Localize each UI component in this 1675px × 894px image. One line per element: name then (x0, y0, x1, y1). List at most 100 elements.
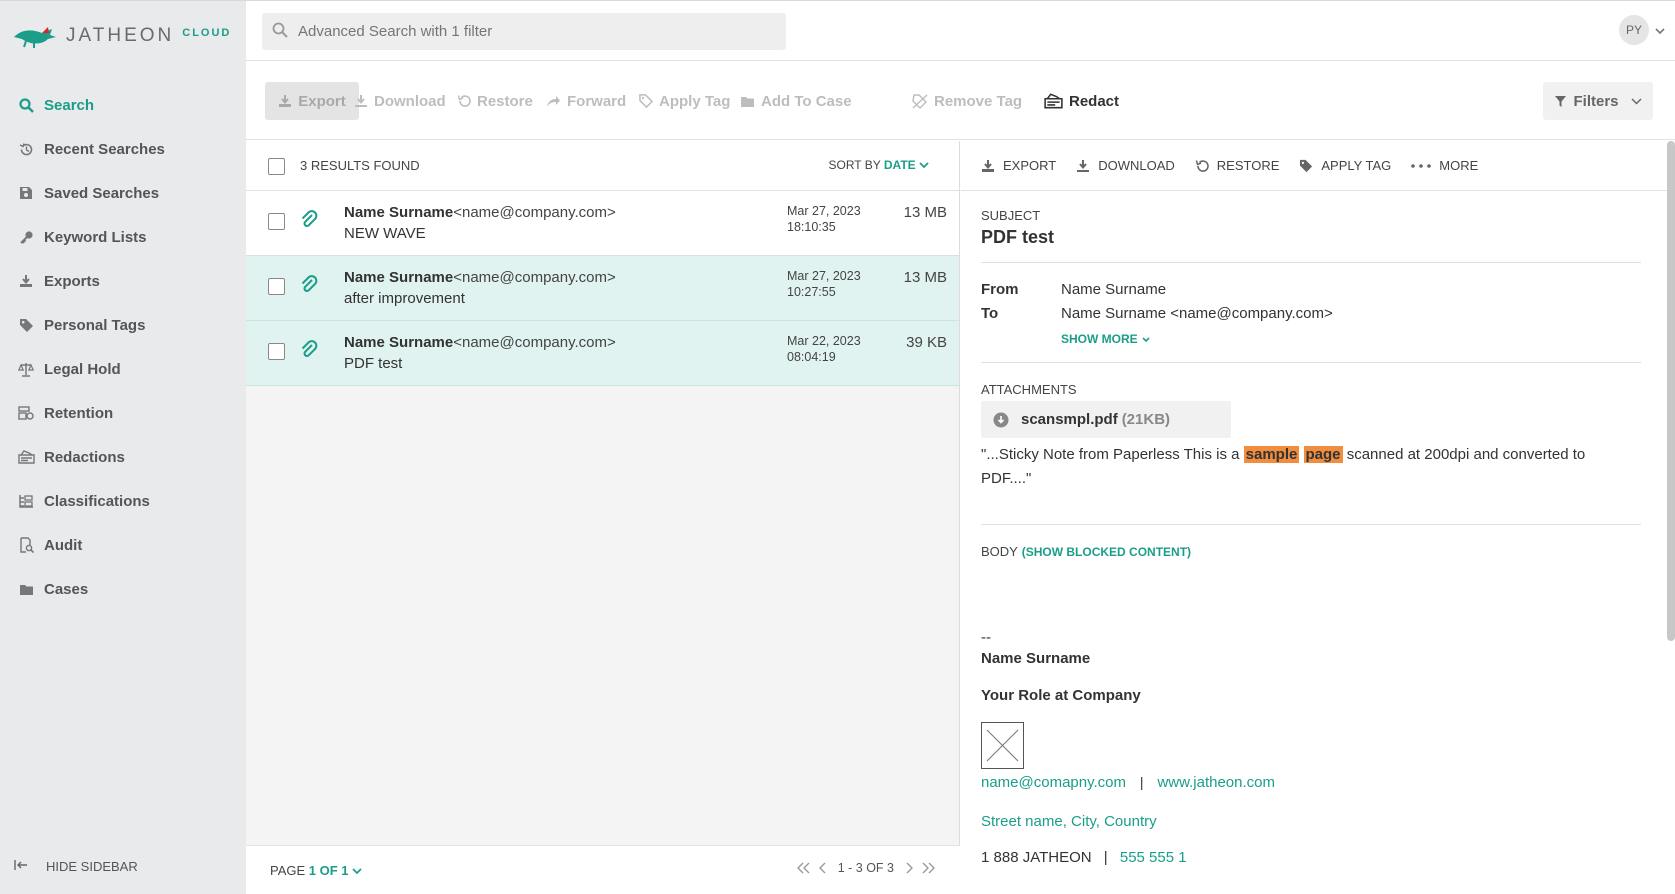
detail-restore-button[interactable]: RESTORE (1195, 158, 1280, 173)
signature-email-link[interactable]: name@comapny.com (981, 774, 1126, 791)
attachment-chip[interactable]: scansmpl.pdf (21KB) (981, 401, 1231, 438)
user-menu[interactable]: PY (1619, 15, 1665, 45)
sidebar-item-label: Classifications (44, 492, 150, 510)
redact-label: Redact (1069, 92, 1120, 110)
signature-separator: | (1139, 774, 1144, 790)
sender: Name Surname<name@company.com> (344, 204, 616, 221)
signature-address: Street name, City, Country (981, 813, 1641, 830)
next-page-icon[interactable] (904, 862, 914, 874)
row-checkbox[interactable] (268, 343, 285, 360)
remove-tag-button[interactable]: Remove Tag (912, 82, 1022, 120)
sidebar-item-exports[interactable]: Exports (0, 259, 246, 303)
sidebar-item-personal-tags[interactable]: Personal Tags (0, 303, 246, 347)
sidebar-item-legal-hold[interactable]: Legal Hold (0, 347, 246, 391)
sidebar-item-retention[interactable]: Retention (0, 391, 246, 435)
restore-label: Restore (477, 92, 533, 110)
show-blocked-content-link[interactable]: (SHOW BLOCKED CONTENT) (1022, 545, 1191, 559)
signature-phone-link[interactable]: 555 555 1 (1120, 849, 1187, 866)
apply-tag-button[interactable]: Apply Tag (639, 82, 730, 120)
row-size: 13 MB (903, 204, 947, 221)
to-row: To Name Surname <name@company.com> (981, 305, 1641, 322)
forward-button[interactable]: Forward (546, 82, 626, 120)
sender-name: Name Surname (344, 269, 454, 286)
export-button[interactable]: Export (265, 82, 359, 120)
search-box[interactable] (262, 13, 786, 50)
to-label: To (981, 305, 999, 322)
tag-icon (1300, 159, 1313, 172)
sidebar-item-search[interactable]: Search (0, 83, 246, 127)
row-checkbox[interactable] (268, 278, 285, 295)
sort-dropdown[interactable]: SORT BY DATE (829, 158, 930, 172)
detail-export-button[interactable]: EXPORT (981, 158, 1056, 173)
select-all-checkbox[interactable] (268, 158, 285, 175)
search-input[interactable] (298, 23, 758, 40)
signature-website-link[interactable]: www.jatheon.com (1157, 774, 1275, 791)
forward-label: Forward (567, 92, 627, 110)
prev-page-icon[interactable] (818, 862, 828, 874)
first-page-icon[interactable] (796, 862, 812, 874)
sender: Name Surname<name@company.com> (344, 334, 616, 351)
download-icon (982, 159, 994, 172)
history-icon (16, 140, 36, 158)
sidebar-item-redactions[interactable]: Redactions (0, 435, 246, 479)
classification-icon (16, 492, 36, 510)
sidebar-item-classifications[interactable]: Classifications (0, 479, 246, 523)
show-more-link[interactable]: SHOW MORE (1061, 330, 1675, 346)
redact-button[interactable]: Redact (1044, 82, 1119, 120)
page-range: 1 - 3 OF 3 (837, 861, 894, 875)
row-date-day: Mar 27, 2023 (787, 204, 861, 218)
signature-phone-text: 1 888 JATHEON (981, 849, 1092, 866)
detail-more-label: MORE (1439, 158, 1479, 173)
paperclip-icon (300, 340, 318, 363)
divider (981, 524, 1641, 525)
undo-icon (1195, 159, 1209, 172)
signature-address-link[interactable]: Street name, City, Country (981, 813, 1157, 830)
sidebar-item-label: Legal Hold (44, 360, 121, 378)
detail-scrollbar[interactable] (1667, 141, 1675, 641)
subject-label: SUBJECT (981, 207, 1641, 223)
row-date-day: Mar 22, 2023 (787, 334, 861, 348)
sidebar-item-recent-searches[interactable]: Recent Searches (0, 127, 246, 171)
tag-icon (16, 316, 36, 334)
retention-icon (16, 404, 36, 422)
table-row[interactable]: Name Surname<name@company.com> NEW WAVE … (246, 191, 959, 256)
sidebar-item-audit[interactable]: Audit (0, 523, 246, 567)
page-selector[interactable]: PAGE 1 OF 1 (270, 863, 362, 878)
attachment-size: (21KB) (1121, 411, 1171, 428)
hide-sidebar-button[interactable]: HIDE SIDEBAR (14, 859, 138, 874)
attachment-snippet: "...Sticky Note from Paperless This is a… (981, 443, 1641, 491)
sender-name: Name Surname (344, 334, 454, 351)
sidebar-item-keyword-lists[interactable]: Keyword Lists (0, 215, 246, 259)
row-checkbox[interactable] (268, 213, 285, 230)
download-icon (16, 272, 36, 290)
folder-icon (16, 580, 36, 598)
table-row[interactable]: Name Surname<name@company.com> after imp… (246, 256, 959, 321)
row-date-day: Mar 27, 2023 (787, 269, 861, 283)
row-date-time: 08:04:19 (787, 350, 836, 364)
download-button[interactable]: Download (354, 82, 446, 120)
detail-more-button[interactable]: MORE (1411, 158, 1478, 173)
download-icon (355, 95, 367, 107)
detail-restore-label: RESTORE (1216, 158, 1280, 173)
sidebar-item-cases[interactable]: Cases (0, 567, 246, 611)
restore-button[interactable]: Restore (457, 82, 533, 120)
download-icon (1077, 159, 1090, 172)
sidebar-item-saved-searches[interactable]: Saved Searches (0, 171, 246, 215)
row-subject: NEW WAVE (344, 225, 426, 242)
attachment-item: scansmpl.pdf (21KB) (981, 401, 1641, 438)
last-page-icon[interactable] (920, 862, 936, 874)
scale-icon (16, 360, 36, 378)
results-count: 3 RESULTS FOUND (300, 158, 420, 173)
sidebar-item-label: Recent Searches (44, 140, 165, 158)
logo[interactable]: JATHEON CLOUD (12, 19, 231, 53)
sender-name: Name Surname (344, 204, 454, 221)
detail-download-button[interactable]: DOWNLOAD (1076, 158, 1175, 173)
table-row[interactable]: Name Surname<name@company.com> PDF test … (246, 321, 959, 386)
add-to-case-button[interactable]: Add To Case (740, 82, 852, 120)
detail-apply-tag-button[interactable]: APPLY TAG (1299, 158, 1391, 173)
row-date-time: 18:10:35 (787, 220, 836, 234)
sidebar-item-label: Personal Tags (44, 316, 146, 334)
attachment-name: scansmpl.pdf (1021, 411, 1118, 428)
filters-button[interactable]: Filters (1543, 82, 1653, 120)
signature-links: name@comapny.com | www.jatheon.com (981, 774, 1641, 791)
